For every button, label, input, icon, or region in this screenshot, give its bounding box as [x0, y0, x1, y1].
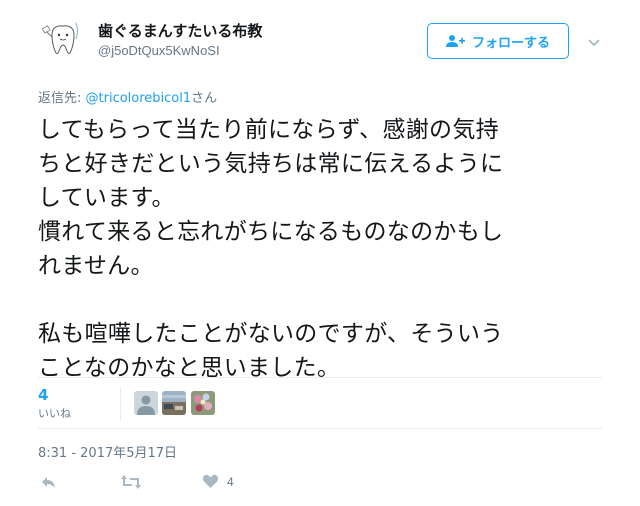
reply-suffix: さん [191, 91, 218, 106]
photo-avatar-icon [162, 391, 186, 415]
display-name[interactable]: 歯ぐるまんすたいる布教 [98, 20, 262, 41]
reply-icon [42, 477, 55, 488]
timestamp[interactable]: 8:31 - 2017年5月17日 [38, 442, 177, 461]
retweet-button[interactable] [120, 474, 142, 490]
flower-avatar-icon [191, 391, 215, 415]
reply-context: 返信先: @tricolorebicol1さん [38, 87, 217, 106]
liker-avatar[interactable] [191, 391, 215, 415]
liker-avatar[interactable] [162, 391, 186, 415]
likes-count[interactable]: 4 [38, 386, 48, 404]
more-options-button[interactable] [586, 34, 602, 47]
stats-separator [120, 387, 121, 421]
avatar[interactable] [38, 13, 88, 63]
screen-name[interactable]: @j5oDtQux5KwNoSI [98, 43, 220, 58]
tooth-mascot-icon [38, 13, 88, 63]
liker-avatar[interactable] [134, 391, 158, 415]
reply-button[interactable] [40, 474, 58, 490]
divider [38, 428, 602, 429]
divider [38, 377, 602, 378]
like-button[interactable]: 4 [202, 474, 234, 489]
heart-icon [202, 474, 219, 488]
reply-prefix: 返信先: [38, 91, 86, 106]
retweet-icon [121, 475, 141, 489]
follow-button[interactable]: フォローする [427, 23, 569, 59]
likes-label[interactable]: いいね [38, 405, 71, 421]
add-user-icon [445, 35, 465, 47]
follow-button-label: フォローする [471, 35, 550, 51]
reply-mention-link[interactable]: @tricolorebicol1 [86, 91, 192, 106]
like-count: 4 [227, 474, 234, 489]
default-avatar-icon [134, 391, 158, 415]
chevron-down-icon [588, 39, 600, 47]
tweet-text: してもらって当たり前にならず、感謝の気持 ちと好きだという気持ちは常に伝えるよう… [38, 117, 504, 381]
